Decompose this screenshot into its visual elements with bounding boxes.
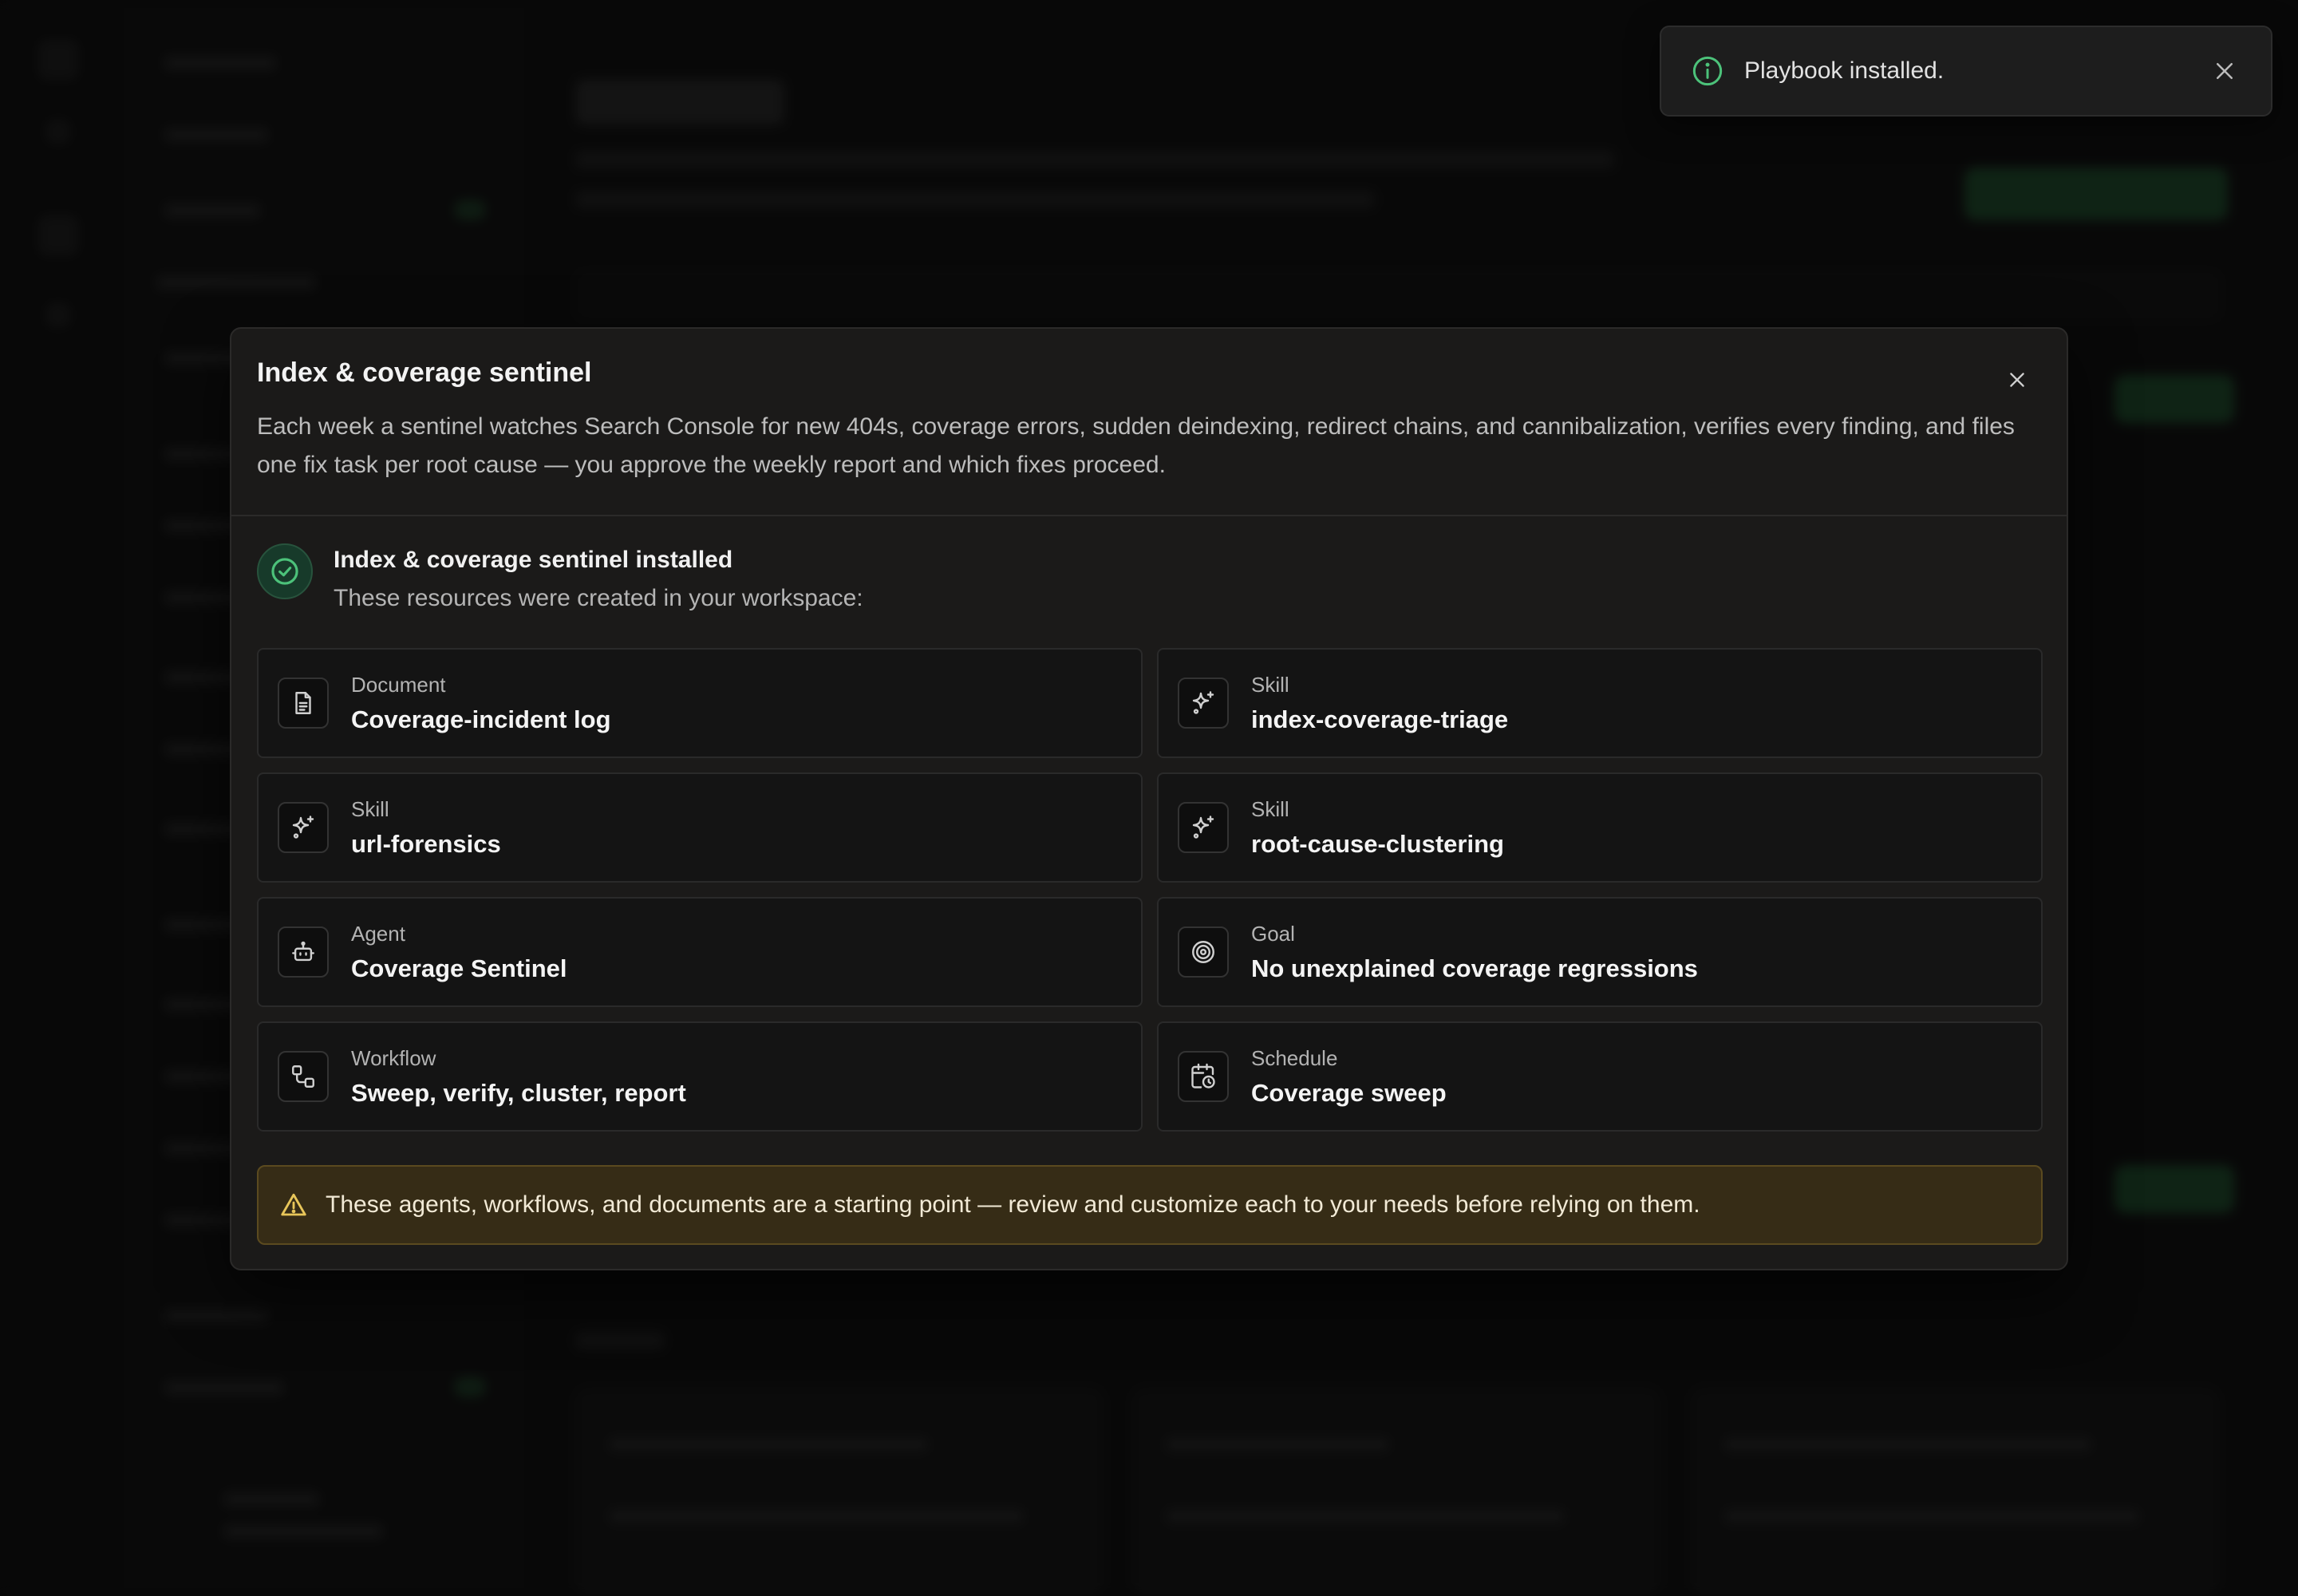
resource-card-skill[interactable]: Skill url-forensics [257, 772, 1143, 883]
resource-card-skill[interactable]: Skill root-cause-clustering [1157, 772, 2043, 883]
document-icon [295, 692, 311, 714]
target-icon [1192, 941, 1214, 963]
warning-text: These agents, workflows, and documents a… [326, 1191, 1700, 1218]
resource-name: index-coverage-triage [1251, 705, 1509, 733]
customization-warning: These agents, workflows, and documents a… [257, 1165, 2043, 1245]
install-success: Index & coverage sentinel installed Thes… [231, 516, 2067, 612]
resource-type: Skill [1251, 796, 1289, 821]
resource-icon-box [278, 678, 329, 729]
dialog-title: Index & coverage sentinel [257, 358, 592, 388]
check-circle-icon [271, 558, 298, 585]
resource-type: Workflow [351, 1045, 436, 1070]
resource-card-document[interactable]: Document Coverage-incident log [257, 648, 1143, 758]
resource-name: root-cause-clustering [1251, 829, 1504, 858]
resource-card-goal[interactable]: Goal No unexplained coverage regressions [1157, 897, 2043, 1007]
toast-message: Playbook installed. [1744, 57, 1945, 84]
resource-type: Document [351, 672, 446, 697]
success-subtitle: These resources were created in your wor… [334, 585, 863, 611]
warning-icon [281, 1193, 306, 1216]
toast-close-button[interactable] [2209, 55, 2241, 87]
resource-type: Goal [1251, 921, 1295, 946]
resource-icon-box [278, 802, 329, 853]
resource-icon-box [1178, 802, 1229, 853]
resource-icon-box [278, 1051, 329, 1102]
robot-icon [292, 941, 314, 962]
resource-card-agent[interactable]: Agent Coverage Sentinel [257, 897, 1143, 1007]
resource-icon-box [1178, 1051, 1229, 1102]
resource-type: Schedule [1251, 1045, 1338, 1070]
resource-name: Coverage Sentinel [351, 954, 567, 982]
calendar-clock-icon [1191, 1063, 1215, 1088]
sparkle-icon [1192, 816, 1214, 839]
dialog-description: Each week a sentinel watches Search Cons… [257, 413, 2015, 478]
resource-icon-box [1178, 926, 1229, 978]
success-title: Index & coverage sentinel installed [334, 547, 733, 573]
toast-notification: Playbook installed. [1660, 26, 2272, 117]
close-icon [2217, 63, 2233, 79]
workflow-icon [292, 1065, 314, 1088]
resource-type: Skill [1251, 672, 1289, 697]
resource-card-schedule[interactable]: Schedule Coverage sweep [1157, 1021, 2043, 1132]
resource-name: Coverage sweep [1251, 1078, 1447, 1107]
resource-card-workflow[interactable]: Workflow Sweep, verify, cluster, report [257, 1021, 1143, 1132]
resource-card-skill[interactable]: Skill index-coverage-triage [1157, 648, 2043, 758]
created-resources-grid: Document Coverage-incident log Skill index… [257, 648, 2043, 1132]
resource-type: Skill [351, 796, 389, 821]
sparkle-icon [1192, 691, 1214, 714]
close-icon [2010, 373, 2024, 387]
resource-type: Agent [351, 921, 405, 946]
success-badge [257, 543, 313, 599]
resource-name: url-forensics [351, 829, 501, 858]
sparkle-icon [292, 816, 314, 839]
resource-name: Coverage-incident log [351, 705, 611, 733]
dialog-close-button[interactable] [2001, 364, 2033, 396]
dialog-header: Index & coverage sentinel Each week a se… [231, 329, 2067, 516]
resource-name: Sweep, verify, cluster, report [351, 1078, 686, 1107]
playbook-installed-dialog: Index & coverage sentinel Each week a se… [230, 327, 2068, 1270]
resource-icon-box [278, 926, 329, 978]
info-icon [1692, 56, 1723, 86]
resource-name: No unexplained coverage regressions [1251, 954, 1698, 982]
resource-icon-box [1178, 678, 1229, 729]
